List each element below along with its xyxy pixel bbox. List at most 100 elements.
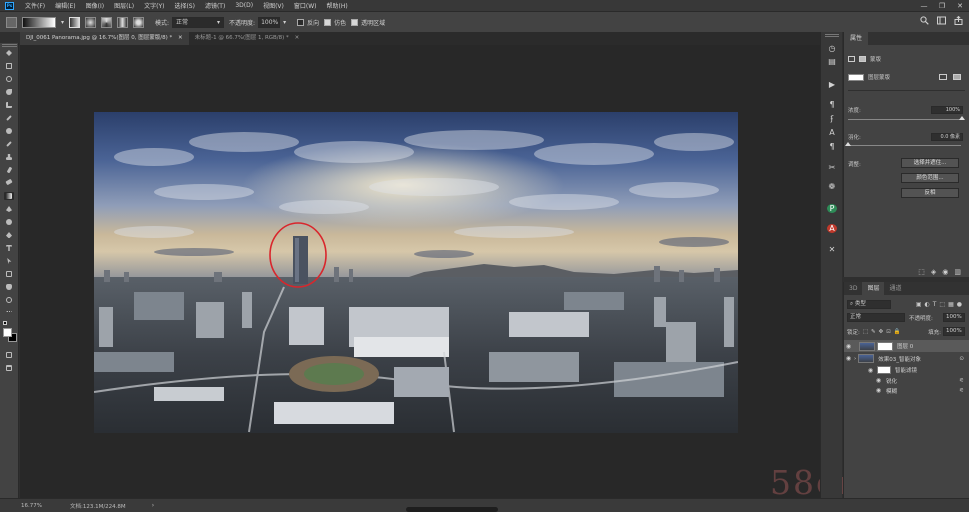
edit-toolbar-icon[interactable] bbox=[4, 310, 14, 318]
type-tool-icon[interactable] bbox=[4, 244, 14, 252]
default-colors-icon[interactable] bbox=[3, 321, 7, 325]
menu-file[interactable]: 文件(F) bbox=[20, 1, 50, 10]
character-panel-icon[interactable]: A bbox=[827, 128, 837, 137]
eye-icon[interactable]: ◉ bbox=[874, 387, 883, 394]
minimize-button[interactable]: — bbox=[919, 2, 929, 10]
layer-name[interactable]: 效果03_智能对象 bbox=[878, 355, 921, 363]
crop-tool-icon[interactable] bbox=[4, 101, 14, 109]
tab-channels[interactable]: 通道 bbox=[884, 282, 906, 295]
zoom-level[interactable]: 16.77% bbox=[21, 503, 42, 509]
menu-type[interactable]: 文字(Y) bbox=[139, 1, 169, 10]
menu-layer[interactable]: 图层(L) bbox=[109, 1, 139, 10]
layer-name[interactable]: 锐化 bbox=[886, 377, 897, 385]
menu-3d[interactable]: 3D(D) bbox=[230, 2, 258, 9]
layer-row-filter-sharpen[interactable]: ◉ 锐化 ⚟ bbox=[844, 376, 969, 385]
dither-checkbox[interactable] bbox=[324, 18, 332, 26]
workspace-icon[interactable] bbox=[937, 16, 946, 25]
brush-tool-icon[interactable] bbox=[4, 140, 14, 148]
fill-input[interactable]: 100% bbox=[943, 327, 965, 336]
feather-slider-knob[interactable] bbox=[845, 142, 851, 146]
eye-icon[interactable]: ◉ bbox=[866, 367, 875, 374]
tab-document-1[interactable]: DJI_0061 Panorama.jpg @ 16.7%(图层 0, 图层蒙版… bbox=[20, 32, 189, 45]
opacity-input[interactable]: 100% bbox=[258, 16, 281, 28]
invert-button[interactable]: 反相 bbox=[901, 188, 959, 198]
lock-icons[interactable]: ⬚✎✥⊡🔒 bbox=[863, 329, 904, 335]
filter-options-icon[interactable]: ⚟ bbox=[959, 388, 964, 394]
hand-tool-icon[interactable] bbox=[4, 283, 14, 291]
layer-filter-select[interactable]: ⌕ 类型 bbox=[847, 300, 891, 309]
radial-gradient-button[interactable] bbox=[85, 16, 97, 28]
reverse-checkbox[interactable] bbox=[297, 18, 305, 26]
status-menu-icon[interactable]: › bbox=[152, 502, 154, 509]
load-selection-icon[interactable]: ⬚ bbox=[918, 268, 925, 276]
density-slider-knob[interactable] bbox=[959, 116, 965, 120]
panorama-image[interactable] bbox=[94, 112, 738, 433]
tools-panel-collapse-icon[interactable] bbox=[2, 44, 17, 47]
layer-row-smart-object[interactable]: ◉ › 效果03_智能对象 ⊙ bbox=[844, 353, 969, 364]
layer-row-layer0[interactable]: ◉ 图层 0 bbox=[844, 340, 969, 352]
tool-presets-icon[interactable]: ✂ bbox=[827, 163, 837, 172]
gradient-dropdown-arrow-icon[interactable]: ▾ bbox=[61, 19, 64, 26]
paragraph-panel-icon[interactable]: ¶ bbox=[827, 100, 837, 109]
close-icon[interactable]: ✕ bbox=[178, 35, 183, 41]
menu-image[interactable]: 图像(I) bbox=[81, 1, 109, 10]
apply-mask-icon[interactable] bbox=[939, 74, 947, 80]
menu-view[interactable]: 视图(V) bbox=[258, 1, 289, 10]
tab-properties[interactable]: 属性 bbox=[844, 32, 869, 45]
rectangle-tool-icon[interactable] bbox=[4, 270, 14, 278]
tab-3d[interactable]: 3D bbox=[844, 282, 862, 295]
expand-chevron-icon[interactable]: › bbox=[854, 356, 856, 362]
apply-mask-footer-icon[interactable]: ◈ bbox=[931, 268, 936, 276]
pixel-mask-icon[interactable] bbox=[848, 56, 855, 62]
filter-options-icon[interactable]: ⚟ bbox=[959, 378, 964, 384]
history-brush-tool-icon[interactable] bbox=[4, 166, 14, 174]
select-and-mask-button[interactable]: 选择并遮住... bbox=[901, 158, 959, 168]
density-slider[interactable] bbox=[848, 119, 961, 120]
eyedropper-tool-icon[interactable] bbox=[4, 114, 14, 122]
feather-input[interactable]: 0.0 像素 bbox=[931, 133, 963, 141]
pen-tool-icon[interactable] bbox=[4, 231, 14, 239]
screen-mode-icon[interactable] bbox=[4, 364, 14, 372]
plugin-red-icon[interactable]: A bbox=[827, 224, 837, 233]
actions-play-icon[interactable]: ▶ bbox=[827, 80, 837, 89]
horizontal-scrollbar[interactable] bbox=[406, 507, 498, 512]
density-input[interactable]: 100% bbox=[931, 106, 963, 114]
eye-icon[interactable]: ◉ bbox=[874, 377, 883, 384]
eye-icon[interactable]: ◉ bbox=[844, 343, 853, 350]
clone-stamp-tool-icon[interactable] bbox=[4, 153, 14, 161]
menu-window[interactable]: 窗口(W) bbox=[289, 1, 322, 10]
delete-mask-icon[interactable]: ▥ bbox=[954, 268, 961, 276]
zoom-tool-icon[interactable] bbox=[4, 296, 14, 304]
filter-icons[interactable]: ▣◐T⬚▦● bbox=[916, 301, 965, 308]
healing-brush-tool-icon[interactable] bbox=[4, 127, 14, 135]
brush-settings-icon[interactable]: ❁ bbox=[827, 182, 837, 191]
eye-icon[interactable]: ◉ bbox=[844, 355, 853, 362]
share-icon[interactable] bbox=[954, 16, 963, 25]
visibility-icon[interactable]: ◉ bbox=[942, 268, 948, 276]
move-tool-icon[interactable] bbox=[4, 49, 14, 57]
paragraph-styles-icon[interactable]: ¶ bbox=[827, 142, 837, 151]
layer-mask-thumbnail[interactable] bbox=[877, 341, 893, 351]
canvas-area[interactable] bbox=[20, 45, 820, 498]
tab-document-2[interactable]: 未标题-1 @ 66.7%(图层 1, RGB/8) * ✕ bbox=[188, 32, 306, 45]
layer-name[interactable]: 智能滤镜 bbox=[895, 366, 917, 374]
transparency-checkbox[interactable] bbox=[351, 18, 359, 26]
search-icon[interactable] bbox=[920, 16, 929, 25]
smart-filter-mask-thumbnail[interactable] bbox=[877, 366, 891, 374]
layer-row-smart-filter[interactable]: ◉ 智能滤镜 bbox=[844, 365, 969, 375]
layer-name[interactable]: 图层 0 bbox=[897, 342, 913, 350]
menu-select[interactable]: 选择(S) bbox=[169, 1, 200, 10]
vector-mask-icon[interactable] bbox=[859, 56, 866, 62]
gradient-tool-icon[interactable] bbox=[4, 192, 14, 200]
gradient-editor-swatch[interactable] bbox=[22, 16, 56, 28]
blur-tool-icon[interactable] bbox=[4, 205, 14, 213]
layer-row-filter-blur[interactable]: ◉ 模糊 ⚟ bbox=[844, 386, 969, 395]
history-panel-icon[interactable]: ◷ bbox=[827, 44, 837, 53]
path-selection-tool-icon[interactable] bbox=[4, 257, 14, 265]
chevron-down-icon[interactable]: ▾ bbox=[283, 19, 286, 26]
lasso-tool-icon[interactable] bbox=[4, 75, 14, 83]
plugin-green-icon[interactable]: P bbox=[827, 204, 837, 213]
quick-mask-icon[interactable] bbox=[4, 351, 14, 359]
tab-layers[interactable]: 图层 bbox=[862, 282, 885, 295]
diamond-gradient-button[interactable] bbox=[133, 16, 145, 28]
